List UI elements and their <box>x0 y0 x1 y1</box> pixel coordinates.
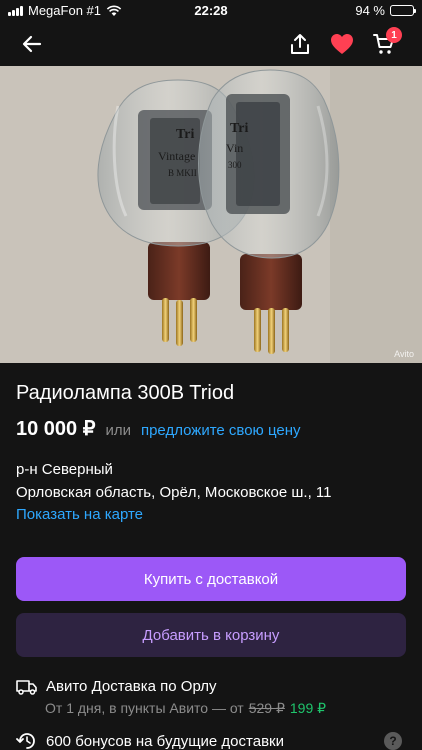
tube-right-label-3: 300 <box>228 160 242 170</box>
help-icon[interactable]: ? <box>384 732 402 750</box>
delivery-sub-text: От 1 дня, в пункты Авито — от <box>45 700 244 716</box>
price-or-text: или <box>105 422 131 439</box>
listing-title: Радиолампа 300B Triod <box>16 382 235 404</box>
battery-icon <box>390 5 416 16</box>
bonus-row: 600 бонусов на будущие доставки <box>16 732 284 750</box>
status-bar: MegaFon #1 22:28 94 % <box>0 0 422 22</box>
battery-percent: 94 % <box>355 3 385 18</box>
vacuum-tubes-image: Tri Vintage B MKII Tri Vin 300 <box>0 66 422 363</box>
photo-watermark: Avito <box>394 349 414 359</box>
top-navbar: 1 <box>0 22 422 66</box>
tube-right-label-2: Vin <box>226 141 243 155</box>
bonus-text: 600 бонусов на будущие доставки <box>46 732 284 750</box>
address-text: Орловская область, Орёл, Московское ш., … <box>16 484 332 501</box>
favorite-button[interactable] <box>326 28 358 60</box>
bonus-icon <box>16 733 35 749</box>
listing-photo[interactable]: Tri Vintage B MKII Tri Vin 300 Avito <box>0 66 422 363</box>
price-row: 10 000 ₽ или предложите свою цену <box>16 416 301 441</box>
delivery-new-price: 199 ₽ <box>289 700 327 716</box>
district-text: р-н Северный <box>16 461 113 478</box>
listing-price: 10 000 ₽ <box>16 418 96 440</box>
delivery-title: Авито Доставка по Орлу <box>46 678 217 695</box>
delivery-old-price: 529 ₽ <box>248 700 285 716</box>
add-to-cart-button[interactable]: Добавить в корзину <box>16 613 406 657</box>
buy-with-delivery-button[interactable]: Купить с доставкой <box>16 557 406 601</box>
back-button[interactable] <box>16 28 48 60</box>
tube-left-label-3: B MKII <box>168 168 197 178</box>
status-right: 94 % <box>355 3 416 18</box>
cart-button[interactable]: 1 <box>368 27 402 60</box>
tube-left-label-1: Tri <box>176 127 195 142</box>
share-icon <box>291 34 309 54</box>
delivery-subtitle: От 1 дня, в пункты Авито — от 529 ₽ 199 … <box>45 700 326 717</box>
show-on-map-link[interactable]: Показать на карте <box>16 506 143 523</box>
offer-price-link[interactable]: предложите свою цену <box>141 422 301 439</box>
delivery-row: Авито Доставка по Орлу <box>16 678 217 695</box>
tube-left-label-2: Vintage <box>158 149 195 163</box>
tube-right-label-1: Tri <box>230 121 249 136</box>
share-button[interactable] <box>284 28 316 60</box>
heart-icon <box>331 34 353 54</box>
cart-count-badge: 1 <box>386 27 402 43</box>
back-arrow-icon <box>22 35 42 53</box>
truck-icon <box>16 679 37 695</box>
